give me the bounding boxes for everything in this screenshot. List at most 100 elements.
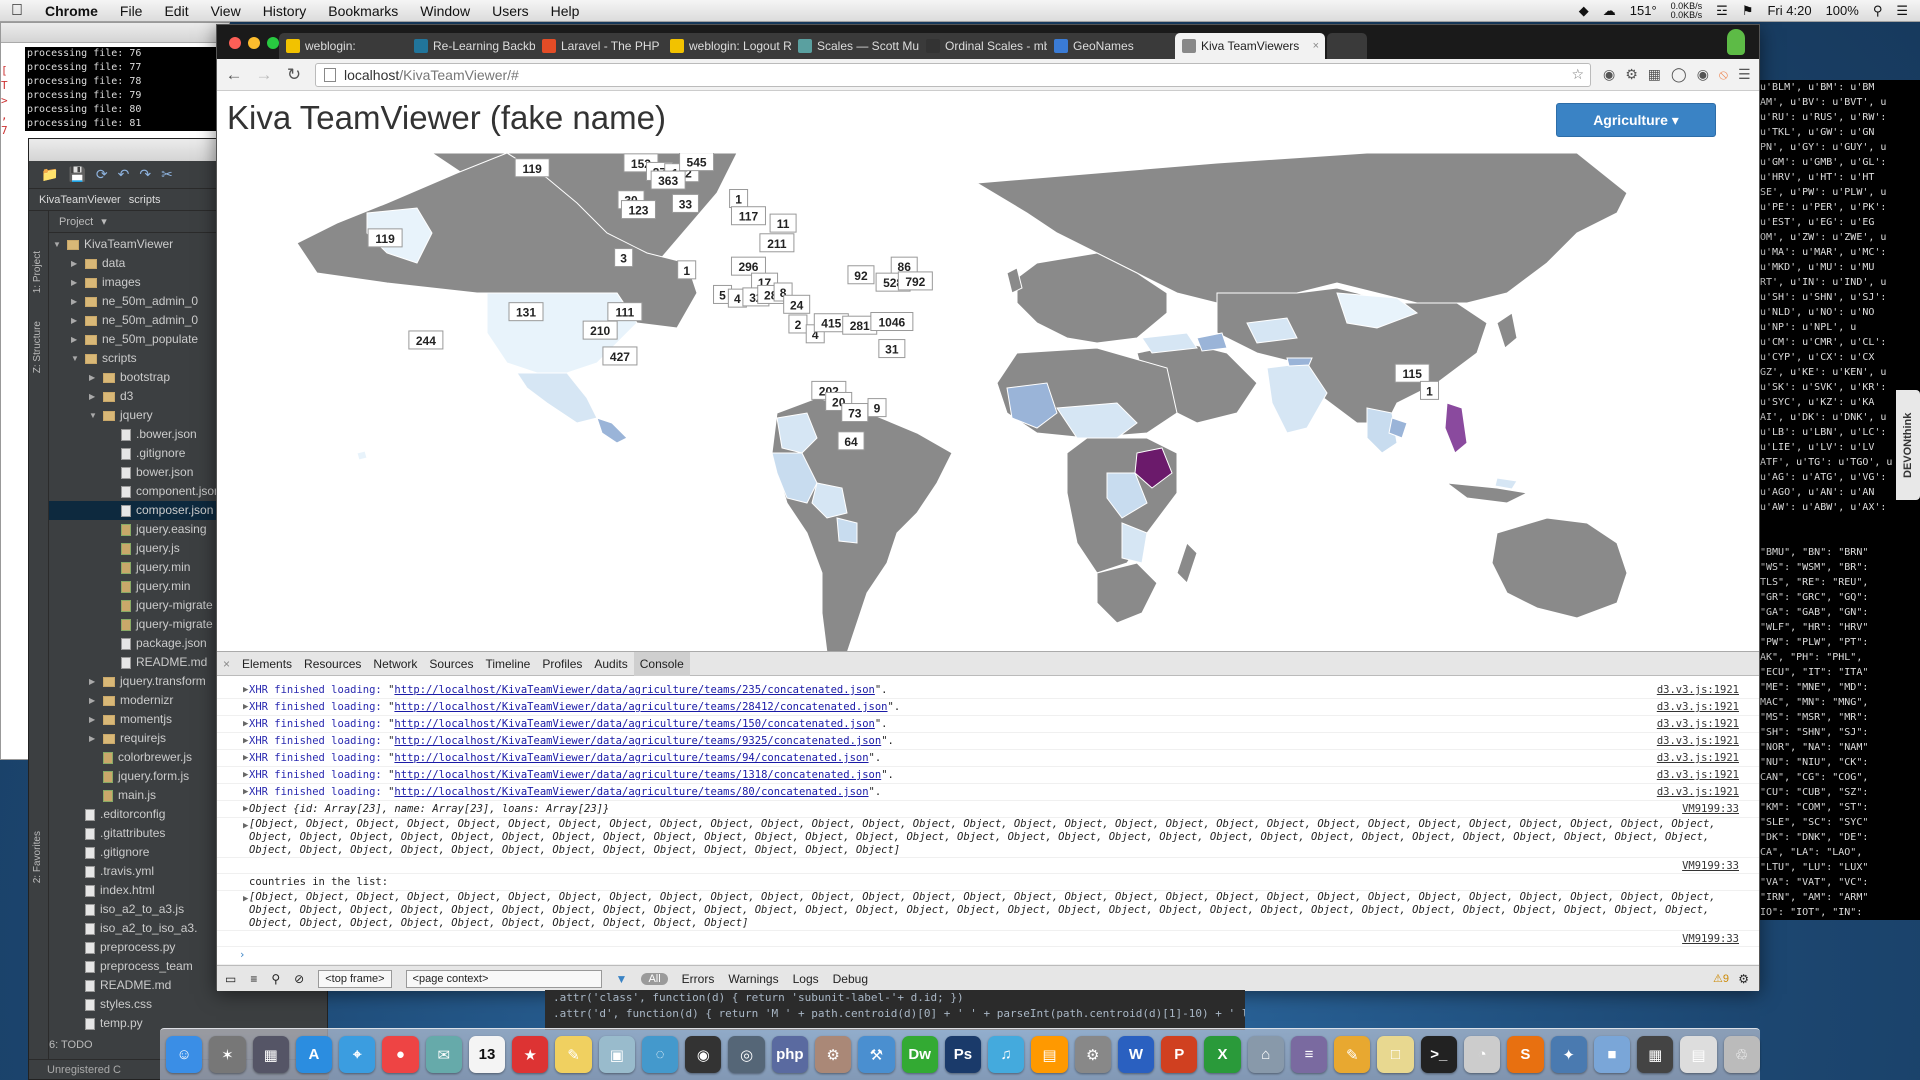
console-log-entry[interactable]: ▶ XHR finished loading: "http://localhost…: [217, 733, 1759, 750]
reminder-icon[interactable]: ★: [512, 1036, 549, 1073]
menu-window[interactable]: Window: [409, 3, 481, 19]
launchpad-icon[interactable]: ✶: [209, 1036, 246, 1073]
php-icon[interactable]: php: [771, 1036, 808, 1073]
filter-icon[interactable]: ▼: [616, 972, 628, 986]
devtools-tab-profiles[interactable]: Profiles: [536, 652, 588, 676]
menu-bookmarks[interactable]: Bookmarks: [317, 3, 409, 19]
chevron-right-icon[interactable]: ▶: [71, 254, 81, 273]
pages-icon[interactable]: ✎: [1334, 1036, 1371, 1073]
console-log-entry[interactable]: ▶ XHR finished loading: "http://localhost…: [217, 784, 1759, 801]
redo-icon[interactable]: ↷: [139, 166, 151, 183]
chevron-right-icon[interactable]: ▶: [89, 368, 99, 387]
tab-structure[interactable]: Z: Structure: [32, 321, 43, 373]
filter-errors[interactable]: Errors: [682, 972, 715, 986]
word-icon[interactable]: W: [1117, 1036, 1155, 1073]
photoshop-icon[interactable]: Ps: [944, 1036, 982, 1073]
mail-icon[interactable]: ✉: [425, 1036, 462, 1073]
menu-help[interactable]: Help: [540, 3, 591, 19]
code-editor-snippet[interactable]: .attr('class', function(d) { return 'sub…: [545, 990, 1245, 1030]
finder-icon[interactable]: ☺: [166, 1036, 203, 1073]
source-link[interactable]: d3.v3.js:1921: [1657, 767, 1739, 783]
chevron-down-icon[interactable]: ▼: [53, 235, 63, 254]
devtools-tab-timeline[interactable]: Timeline: [479, 652, 536, 676]
xhr-url-link[interactable]: http://localhost/KivaTeamViewer/data/agr…: [394, 684, 874, 696]
wifi-icon[interactable]: ☲: [1716, 3, 1728, 19]
activity-icon[interactable]: ◔: [1463, 1036, 1501, 1073]
devtools-tab-resources[interactable]: Resources: [298, 652, 367, 676]
expand-triangle-icon[interactable]: ▶: [243, 682, 248, 698]
settings-gear-icon[interactable]: ⚙: [1625, 66, 1638, 83]
battery-percent[interactable]: 100%: [1826, 3, 1859, 18]
camera2-icon[interactable]: ◎: [728, 1036, 765, 1073]
expand-triangle-icon[interactable]: ▶: [243, 750, 248, 766]
chevron-right-icon[interactable]: ▶: [71, 292, 81, 311]
terminal-titlebar[interactable]: [1, 23, 229, 43]
chevron-down-icon[interactable]: ▾: [101, 215, 107, 228]
app-store-icon[interactable]: A: [295, 1036, 333, 1073]
console-log-entry[interactable]: ▶ XHR finished loading: "http://localhost…: [217, 682, 1759, 699]
console-log-entry[interactable]: ▶ XHR finished loading: "http://localhost…: [217, 750, 1759, 767]
close-icon[interactable]: ×: [223, 657, 230, 671]
downloads-icon[interactable]: ▦: [1637, 1036, 1674, 1073]
console-prompt[interactable]: ›: [217, 947, 1759, 965]
devtools-tab-network[interactable]: Network: [367, 652, 423, 676]
blocker-icon[interactable]: ⦸: [1719, 66, 1728, 83]
terminal-icon[interactable]: >_: [1420, 1036, 1457, 1073]
extension-icon-2[interactable]: ◉: [1697, 66, 1709, 83]
breadcrumb-scripts[interactable]: scripts: [129, 194, 161, 206]
settings-gear-icon[interactable]: ⚙: [1074, 1036, 1111, 1073]
expand-triangle-icon[interactable]: ▶: [243, 784, 248, 800]
xhr-url-link[interactable]: http://localhost/KivaTeamViewer/data/agr…: [394, 718, 874, 730]
system-icon[interactable]: ▦: [252, 1036, 289, 1073]
chevron-right-icon[interactable]: ▶: [71, 273, 81, 292]
menu-file[interactable]: File: [109, 3, 154, 19]
zoom-window-button[interactable]: [267, 37, 279, 49]
console-log-entry[interactable]: ▶ XHR finished loading: "http://localhost…: [217, 699, 1759, 716]
xhr-url-link[interactable]: http://localhost/KivaTeamViewer/data/agr…: [394, 786, 868, 798]
settings-gear-icon[interactable]: ⚙: [1738, 972, 1749, 986]
calendar-icon[interactable]: 13: [468, 1036, 506, 1073]
chevron-right-icon[interactable]: ▶: [89, 672, 99, 691]
cloud-icon[interactable]: ☁: [1603, 3, 1616, 19]
console-log-entry[interactable]: ▶ XHR finished loading: "http://localhost…: [217, 767, 1759, 784]
devtools-tab-console[interactable]: Console: [633, 651, 690, 676]
source-link[interactable]: d3.v3.js:1921: [1657, 750, 1739, 766]
tab-favorites[interactable]: 2: Favorites: [32, 831, 43, 883]
bug-icon[interactable]: ⚙: [814, 1036, 852, 1073]
reload-icon[interactable]: ↻: [285, 65, 303, 85]
extension-icon[interactable]: ◉: [1603, 66, 1615, 83]
expand-triangle-icon[interactable]: ▶: [243, 891, 248, 907]
trash-icon[interactable]: ♲: [1723, 1036, 1760, 1073]
save-icon[interactable]: 💾: [68, 166, 85, 183]
menu-history[interactable]: History: [252, 3, 318, 19]
frame-select[interactable]: <top frame>: [318, 969, 392, 988]
devtools-tab-elements[interactable]: Elements: [236, 652, 298, 676]
devonthink-sidebar-tab[interactable]: DEVONthink: [1896, 390, 1920, 500]
sync-icon[interactable]: ⟳: [96, 166, 108, 183]
excel-icon[interactable]: X: [1204, 1036, 1241, 1073]
new-tab-button[interactable]: [1327, 33, 1367, 59]
xhr-url-link[interactable]: http://localhost/KivaTeamViewer/data/agr…: [394, 752, 868, 764]
messages-icon[interactable]: ◌: [641, 1036, 679, 1073]
chevron-right-icon[interactable]: ▶: [89, 691, 99, 710]
minimize-window-button[interactable]: [248, 37, 260, 49]
expand-triangle-icon[interactable]: ▶: [243, 733, 248, 749]
notes-icon[interactable]: ✎: [555, 1036, 592, 1073]
console-log-entry[interactable]: ▶ [Object, Object, Object, Object, Object…: [217, 891, 1759, 931]
console-log-entry[interactable]: ▶ XHR finished loading: "http://localhost…: [217, 716, 1759, 733]
cut-icon[interactable]: ✂: [161, 166, 173, 183]
chevron-right-icon[interactable]: ▶: [89, 710, 99, 729]
source-link[interactable]: VM9199:33: [1682, 858, 1739, 874]
safari-icon[interactable]: ⌖: [339, 1036, 376, 1073]
chevron-right-icon[interactable]: ▶: [71, 330, 81, 349]
clock[interactable]: Fri 4:20: [1767, 3, 1811, 18]
network-icon[interactable]: ⌂: [1247, 1036, 1284, 1073]
dock-icon[interactable]: ▭: [225, 972, 236, 986]
chrome-icon[interactable]: ●: [382, 1036, 419, 1073]
filter-warnings[interactable]: Warnings: [728, 972, 778, 986]
profile-icon[interactable]: [1727, 29, 1745, 55]
xhr-url-link[interactable]: http://localhost/KivaTeamViewer/data/agr…: [394, 769, 881, 781]
clear-console-icon[interactable]: ⊘: [294, 972, 304, 986]
tree-item[interactable]: styles.css: [49, 995, 329, 1014]
source-link[interactable]: d3.v3.js:1921: [1657, 733, 1739, 749]
